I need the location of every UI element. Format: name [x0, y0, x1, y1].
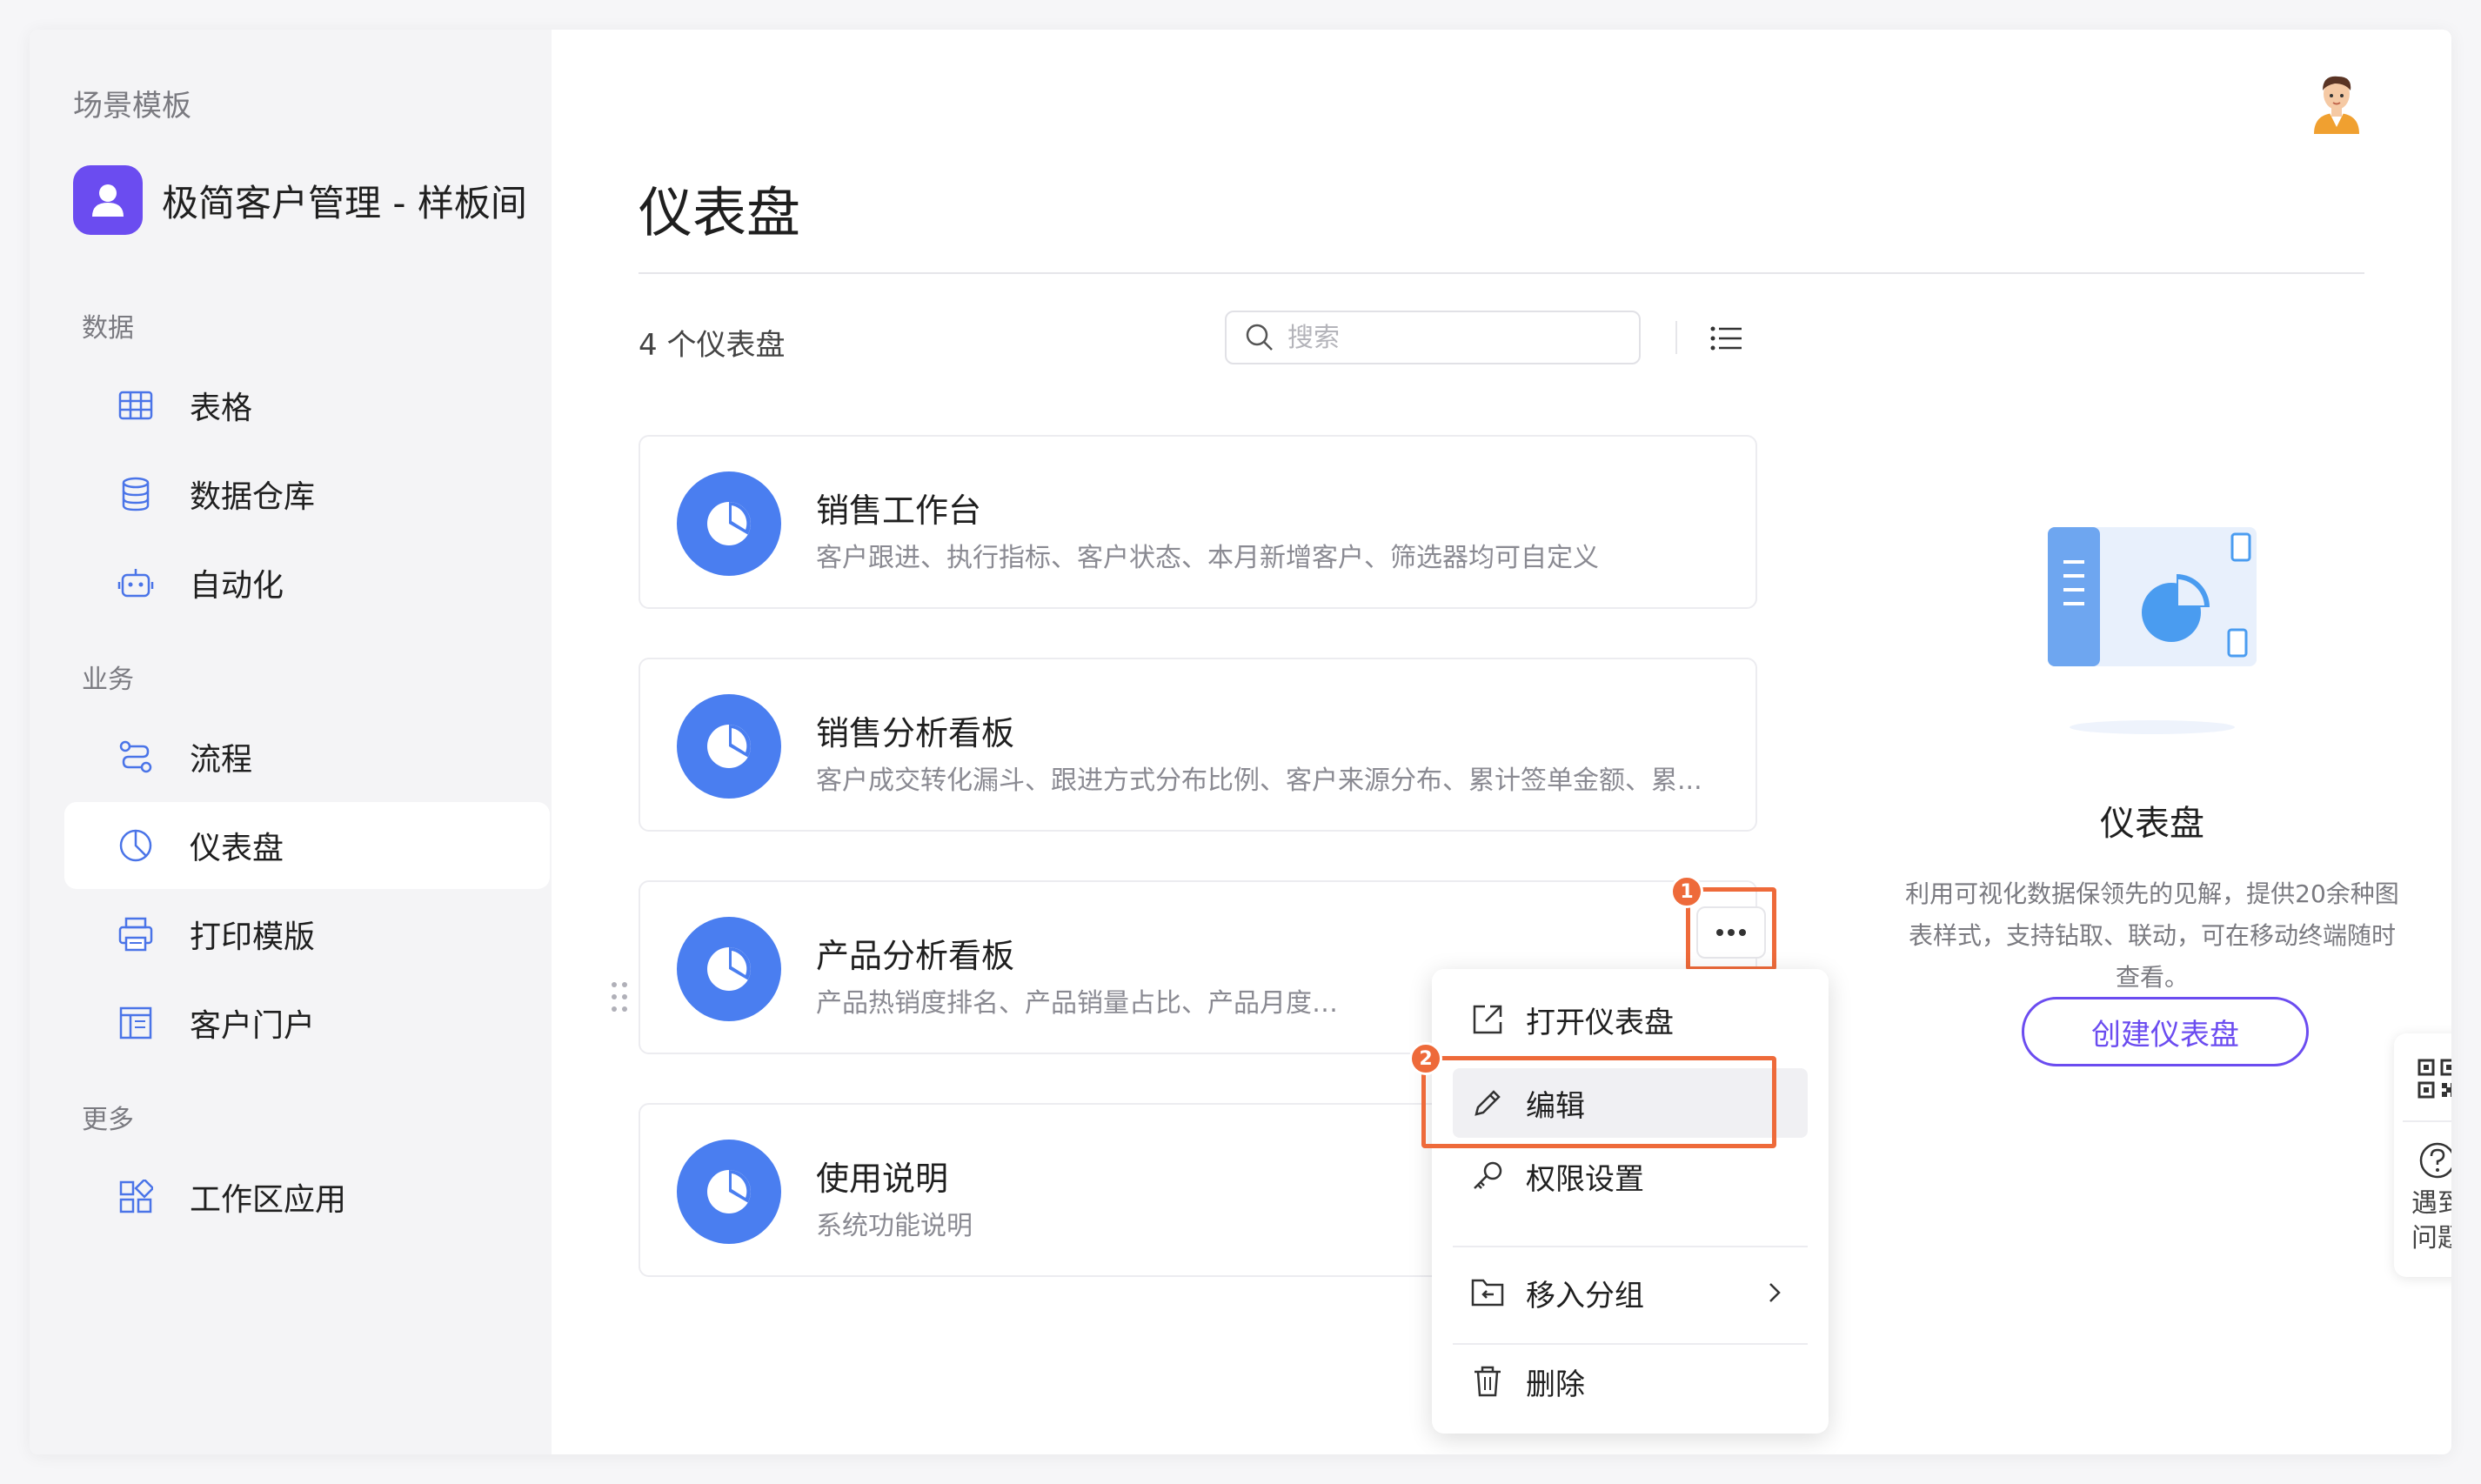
menu-item-label: 打开仪表盘 — [1526, 1005, 1674, 1040]
search-box[interactable] — [1225, 311, 1641, 364]
search-icon — [1246, 324, 1273, 351]
open-external-icon — [1470, 1002, 1505, 1037]
list-view-icon[interactable] — [1709, 322, 1743, 355]
sidebar-item-label: 仪表盘 — [190, 831, 284, 866]
sidebar-item-label: 表格 — [190, 391, 253, 426]
menu-item-delete[interactable]: 删除 — [1453, 1347, 1808, 1416]
sidebar-item-database[interactable]: 数据仓库 — [64, 451, 550, 538]
app-user-icon — [73, 165, 143, 235]
menu-item-label: 删除 — [1526, 1367, 1585, 1402]
menu-divider — [1453, 1343, 1808, 1345]
app-window: 场景模板 极简客户管理 - 样板间 数据 表格 数据仓库 自动化 业务 流程 仪… — [30, 30, 2451, 1454]
portal-icon — [117, 1004, 155, 1042]
section-label-business: 业务 — [82, 665, 134, 695]
highlight-box-step2 — [1421, 1056, 1776, 1148]
app-header[interactable]: 极简客户管理 - 样板间 — [73, 165, 527, 235]
sidebar-item-label: 工作区应用 — [190, 1182, 347, 1218]
dashboard-count: 4 个仪表盘 — [639, 328, 786, 363]
breadcrumb[interactable]: 场景模板 — [73, 82, 191, 124]
step-badge: 1 — [1670, 875, 1703, 908]
context-menu: 打开仪表盘 编辑 权限设置 移入分组 删除 — [1432, 969, 1829, 1434]
sidebar-item-label: 客户门户 — [190, 1008, 316, 1044]
card-title: 产品分析看板 — [816, 937, 1015, 975]
sidebar-item-label: 打印模版 — [190, 919, 316, 955]
sidebar-item-table[interactable]: 表格 — [64, 362, 550, 449]
apps-icon — [117, 1178, 155, 1216]
help-float-panel: 遇到问题 — [2394, 1033, 2451, 1277]
card-description: 客户成交转化漏斗、跟进方式分布比例、客户来源分布、累计签单金额、累... — [816, 765, 1702, 796]
sidebar-item-dashboard[interactable]: 仪表盘 — [64, 802, 550, 889]
dashboard-illustration — [2048, 527, 2257, 734]
divider — [1675, 321, 1677, 354]
workflow-icon — [117, 738, 155, 776]
create-dashboard-button[interactable]: 创建仪表盘 — [2022, 997, 2309, 1066]
pie-chart-icon — [677, 1140, 781, 1244]
card-description: 客户跟进、执行指标、客户状态、本月新增客户、筛选器均可自定义 — [816, 543, 1599, 573]
help-label[interactable]: 遇到问题 — [2394, 1187, 2451, 1256]
panel-description: 利用可视化数据保领先的见解，提供20余种图表样式，支持钻取、联动，可在移动终端随… — [1905, 879, 2399, 992]
move-folder-icon — [1470, 1275, 1505, 1310]
step-badge: 2 — [1409, 1042, 1442, 1075]
key-icon — [1470, 1159, 1505, 1193]
menu-item-permissions[interactable]: 权限设置 — [1453, 1141, 1808, 1211]
section-label-data: 数据 — [82, 313, 134, 344]
section-label-more: 更多 — [82, 1105, 134, 1135]
drag-handle-icon[interactable] — [609, 979, 630, 1014]
dashboard-card[interactable]: 销售工作台 客户跟进、执行指标、客户状态、本月新增客户、筛选器均可自定义 — [639, 435, 1757, 609]
sidebar-item-automation[interactable]: 自动化 — [64, 539, 550, 626]
menu-item-label: 权限设置 — [1526, 1161, 1644, 1197]
sidebar: 场景模板 极简客户管理 - 样板间 数据 表格 数据仓库 自动化 业务 流程 仪… — [30, 30, 552, 1454]
qr-code-icon[interactable] — [2417, 1058, 2451, 1100]
sidebar-item-print-template[interactable]: 打印模版 — [64, 891, 550, 978]
robot-icon — [117, 564, 155, 602]
dashboard-icon — [117, 826, 155, 865]
chevron-right-icon — [1769, 1283, 1781, 1302]
pie-chart-icon — [677, 471, 781, 576]
card-title: 使用说明 — [816, 1160, 949, 1198]
sidebar-item-label: 自动化 — [190, 568, 284, 604]
pie-chart-icon — [677, 917, 781, 1021]
question-circle-icon[interactable] — [2418, 1141, 2451, 1180]
pie-chart-icon — [677, 694, 781, 799]
card-title: 销售分析看板 — [816, 714, 1015, 752]
panel-title: 仪表盘 — [2100, 804, 2204, 844]
sidebar-item-workflow[interactable]: 流程 — [64, 713, 550, 800]
avatar[interactable] — [2302, 64, 2371, 134]
divider — [2403, 1120, 2451, 1122]
search-input[interactable] — [1286, 321, 1620, 354]
card-description: 系统功能说明 — [816, 1211, 973, 1241]
trash-icon — [1470, 1364, 1505, 1399]
sidebar-item-customer-portal[interactable]: 客户门户 — [64, 979, 550, 1066]
card-description: 产品热销度排名、产品销量占比、产品月度销售 — [816, 988, 1355, 1019]
card-title: 销售工作台 — [816, 491, 982, 530]
menu-divider — [1453, 1246, 1808, 1247]
sidebar-item-label: 数据仓库 — [190, 479, 316, 515]
table-icon — [117, 386, 155, 424]
database-icon — [117, 475, 155, 513]
divider — [639, 272, 2364, 274]
app-name: 极简客户管理 - 样板间 — [162, 181, 527, 224]
sidebar-item-label: 流程 — [190, 742, 253, 778]
menu-item-move-to-group[interactable]: 移入分组 — [1453, 1258, 1808, 1327]
sidebar-item-workspace-apps[interactable]: 工作区应用 — [64, 1153, 550, 1240]
main-content: 仪表盘 4 个仪表盘 销售工作台 客户跟进、执行指标、客户状态、本月新增客户、筛… — [552, 30, 2451, 1454]
menu-item-label: 移入分组 — [1526, 1278, 1644, 1314]
printer-icon — [117, 915, 155, 953]
page-title: 仪表盘 — [639, 181, 801, 244]
dashboard-card[interactable]: 销售分析看板 客户成交转化漏斗、跟进方式分布比例、客户来源分布、累计签单金额、累… — [639, 658, 1757, 832]
menu-item-open-dashboard[interactable]: 打开仪表盘 — [1453, 985, 1808, 1054]
